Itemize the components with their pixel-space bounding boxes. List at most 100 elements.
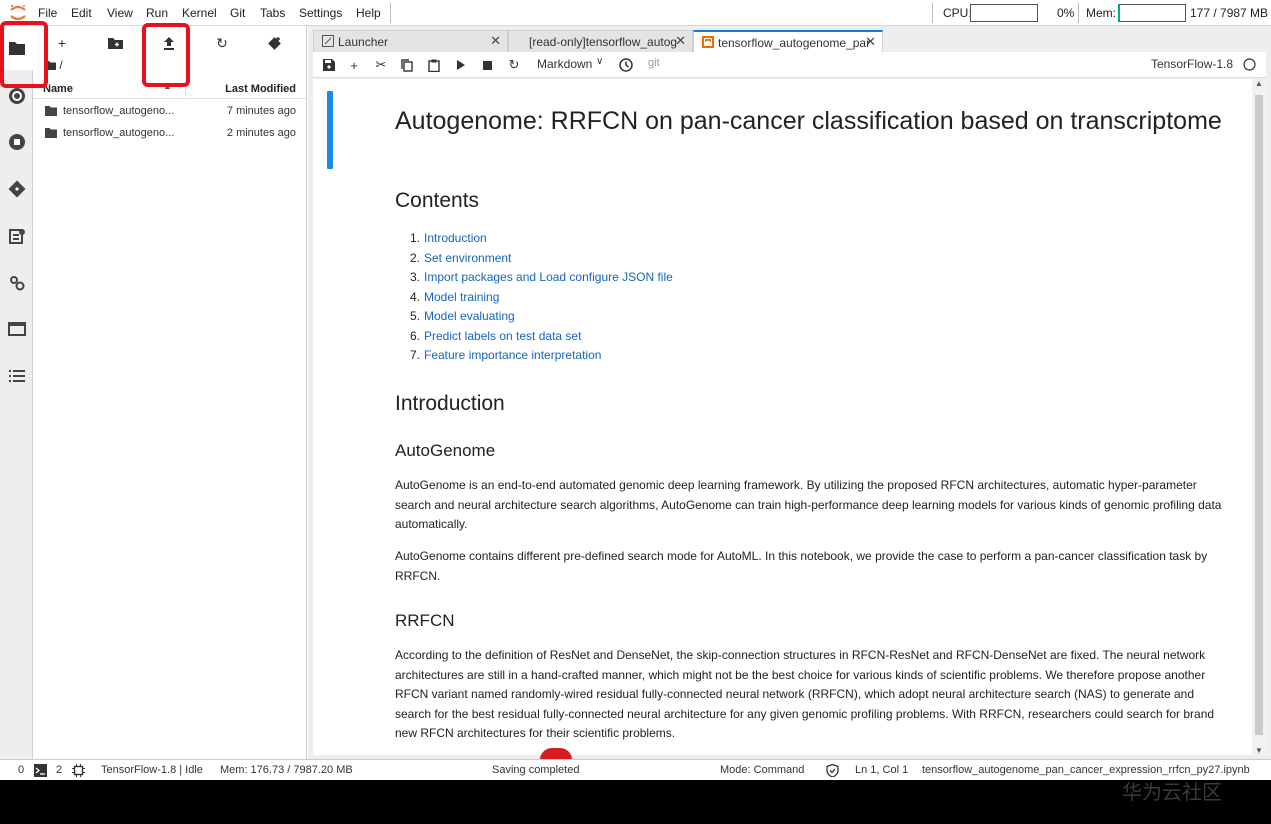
- run-button[interactable]: [453, 57, 469, 73]
- terminal-icon[interactable]: [34, 764, 47, 777]
- status-mode[interactable]: Mode: Command: [720, 764, 804, 776]
- toc-link-import-packages[interactable]: Import packages and Load configure JSON …: [424, 270, 673, 284]
- launcher-icon: [322, 35, 334, 47]
- status-kernel[interactable]: TensorFlow-1.8 | Idle: [101, 764, 203, 776]
- status-cursor-position[interactable]: Ln 1, Col 1: [855, 764, 908, 776]
- kernel-idle-icon: [1243, 58, 1256, 71]
- chevron-down-icon: ∨: [596, 56, 604, 67]
- watermark-text: 华为云社区: [1122, 780, 1222, 804]
- notebook-toolbar: + ✂ ↻ Markdown ∨ git TensorFlow-1.8: [313, 52, 1266, 78]
- menu-settings[interactable]: Settings: [299, 6, 342, 20]
- toc-link-feature-importance[interactable]: Feature importance interpretation: [424, 348, 601, 362]
- close-icon[interactable]: ✕: [675, 33, 686, 49]
- insert-cell-button[interactable]: +: [346, 57, 362, 73]
- menu-view[interactable]: View: [107, 6, 133, 20]
- play-icon: [456, 60, 465, 70]
- toc-item: 7. Feature importance interpretation: [409, 348, 602, 362]
- paste-button[interactable]: [426, 57, 442, 73]
- menu-git[interactable]: Git: [230, 6, 245, 20]
- close-icon[interactable]: ✕: [490, 33, 501, 49]
- tab-notebook-active[interactable]: tensorflow_autogenome_par ✕: [693, 30, 883, 52]
- refresh-icon: ↻: [216, 34, 228, 51]
- git-clone-icon: [268, 37, 281, 50]
- restart-button[interactable]: ↻: [506, 57, 522, 73]
- extensions-tab[interactable]: [6, 272, 28, 294]
- status-zero[interactable]: 0: [18, 764, 24, 776]
- menu-edit[interactable]: Edit: [71, 6, 92, 20]
- cell-type-select[interactable]: Markdown: [537, 57, 592, 71]
- toc-link-model-evaluating[interactable]: Model evaluating: [424, 309, 515, 323]
- close-icon[interactable]: ✕: [865, 34, 876, 50]
- toc-link-set-environment[interactable]: Set environment: [424, 251, 511, 265]
- kernel-chip-icon[interactable]: [72, 764, 85, 777]
- interrupt-button[interactable]: [479, 57, 495, 73]
- toc-link-predict-labels[interactable]: Predict labels on test data set: [424, 329, 581, 343]
- file-modified: 7 minutes ago: [226, 105, 296, 117]
- restart-icon: ↻: [508, 57, 520, 72]
- git-clone-button[interactable]: [264, 32, 286, 54]
- copy-button[interactable]: [399, 57, 415, 73]
- menu-file[interactable]: File: [38, 6, 57, 20]
- jupyter-logo-icon: [10, 5, 26, 21]
- cpu-value: 0%: [1057, 6, 1075, 20]
- kernels-tab[interactable]: [6, 131, 28, 153]
- copy-icon: [401, 58, 413, 72]
- menubar-divider: [390, 3, 391, 23]
- running-icon: [9, 88, 25, 104]
- file-browser-panel: + ↻ / Name ▲ Last Modified tensorflow_au…: [33, 26, 307, 759]
- git-tab[interactable]: [6, 178, 28, 200]
- tab-label: tensorflow_autogenome_par: [718, 36, 871, 50]
- tab-readonly-notebook[interactable]: [read-only]tensorflow_autog ✕: [508, 30, 693, 52]
- open-tabs-tab[interactable]: [6, 318, 28, 340]
- cut-button[interactable]: ✂: [373, 57, 389, 73]
- trust-shield-icon[interactable]: [826, 764, 839, 777]
- main-dock-area: Launcher ✕ [read-only]tensorflow_autog ✕…: [308, 26, 1271, 759]
- kernel-name[interactable]: TensorFlow-1.8: [1151, 57, 1233, 71]
- introduction-heading: Introduction: [395, 392, 505, 415]
- active-cell-indicator[interactable]: [327, 91, 333, 169]
- status-saving: Saving completed: [492, 764, 580, 776]
- toc-item: 1. Introduction: [409, 231, 487, 245]
- scrollbar-thumb[interactable]: [1255, 95, 1263, 735]
- file-name: tensorflow_autogeno...: [63, 127, 175, 139]
- mem-value: 177 / 7987 MB: [1190, 6, 1269, 20]
- toc-item: 5. Model evaluating: [409, 309, 515, 323]
- resource-divider-2: [1078, 3, 1079, 23]
- table-of-contents-tab[interactable]: [6, 365, 28, 387]
- menubar: File Edit View Run Kernel Git Tabs Setti…: [0, 0, 1271, 26]
- toc-link-model-training[interactable]: Model training: [424, 290, 499, 304]
- scissors-icon: ✂: [375, 57, 387, 72]
- autogenome-heading: AutoGenome: [395, 441, 496, 460]
- new-folder-button[interactable]: [104, 32, 126, 54]
- cpu-label: CPU:: [943, 6, 972, 20]
- new-launcher-button[interactable]: +: [51, 32, 73, 54]
- property-inspector-tab[interactable]: [6, 225, 28, 247]
- autogenome-paragraph-2: AutoGenome contains different pre-define…: [395, 549, 1208, 583]
- scroll-up-icon[interactable]: ▲: [1255, 79, 1263, 88]
- tabs-icon: [8, 322, 26, 336]
- tab-launcher[interactable]: Launcher ✕: [313, 30, 508, 52]
- save-icon: [323, 59, 335, 71]
- running-sessions-tab[interactable]: [6, 85, 28, 107]
- git-label[interactable]: git: [648, 57, 660, 69]
- notebook-icon: [702, 36, 714, 48]
- cpu-meter: [970, 4, 1038, 22]
- column-modified-header[interactable]: Last Modified: [225, 83, 296, 95]
- menu-kernel[interactable]: Kernel: [182, 6, 217, 20]
- folder-icon: [45, 128, 57, 138]
- notebook-scrollbar[interactable]: ▲ ▼: [1252, 79, 1266, 755]
- history-button[interactable]: [618, 57, 634, 73]
- refresh-button[interactable]: ↻: [211, 32, 233, 54]
- column-name-header[interactable]: Name: [43, 83, 73, 95]
- menu-run[interactable]: Run: [146, 6, 168, 20]
- status-terminals[interactable]: 2: [56, 764, 62, 776]
- menu-tabs[interactable]: Tabs: [260, 6, 285, 20]
- toc-link-introduction[interactable]: Introduction: [424, 231, 487, 245]
- scroll-down-icon[interactable]: ▼: [1255, 746, 1263, 755]
- file-list-item[interactable]: tensorflow_autogeno... 2 minutes ago: [33, 123, 307, 145]
- menu-help[interactable]: Help: [356, 6, 381, 20]
- highlight-file-browser-tab: [0, 21, 48, 88]
- file-list-item[interactable]: tensorflow_autogeno... 7 minutes ago: [33, 101, 307, 123]
- breadcrumb-path[interactable]: /: [59, 58, 62, 72]
- save-button[interactable]: [321, 57, 337, 73]
